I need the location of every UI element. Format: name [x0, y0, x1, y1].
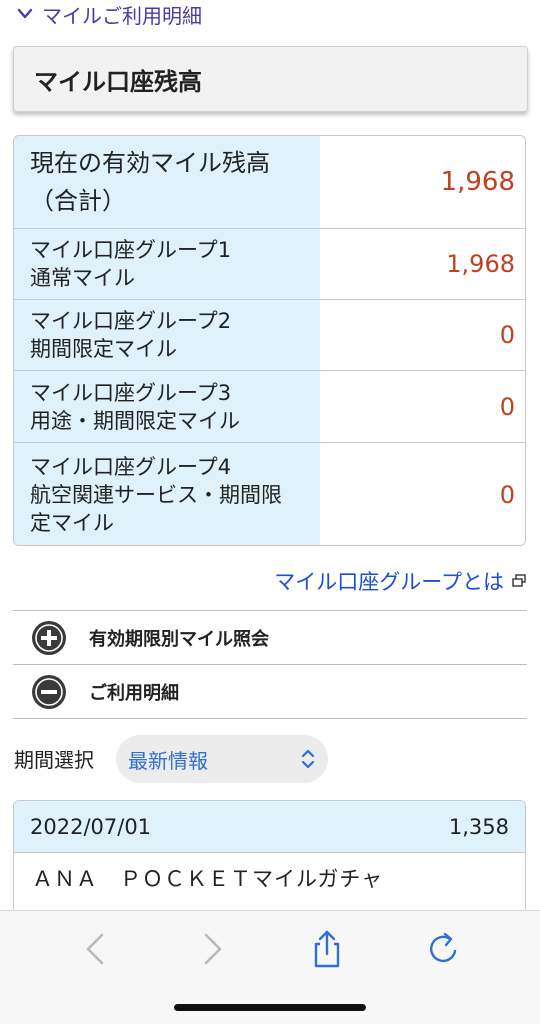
history-miles: 1,358: [448, 814, 509, 839]
balance-row-group1: マイル口座グループ1 通常マイル 1,968: [14, 228, 525, 299]
share-icon[interactable]: [307, 929, 347, 969]
balance-row-label: マイル口座グループ3: [30, 380, 232, 405]
reload-icon[interactable]: [424, 929, 464, 969]
back-icon[interactable]: [76, 929, 116, 969]
accordion-label: 有効期限別マイル照会: [89, 628, 269, 650]
balance-row-group3: マイル口座グループ3 用途・期間限定マイル 0: [14, 370, 525, 442]
balance-row-label-sub: 期間限定マイル: [30, 337, 177, 361]
balance-row-group4: マイル口座グループ4 航空関連サービス・期間限 定マイル 0: [14, 442, 525, 545]
period-selected-value: 最新情報: [128, 748, 208, 773]
balance-row-label-sub: （合計）: [30, 187, 126, 215]
mile-group-info-link[interactable]: マイル口座グループとは: [274, 566, 526, 596]
balance-value: 0: [320, 300, 525, 370]
balance-value: 0: [320, 443, 525, 545]
balance-row-total: 現在の有効マイル残高 （合計） 1,968: [14, 136, 525, 228]
chevron-down-icon: [17, 8, 33, 19]
balance-row-label-sub2: 定マイル: [30, 511, 114, 535]
plus-circle-icon: [32, 620, 66, 655]
top-link-label: マイルご利用明細: [42, 3, 202, 28]
balance-row-label: 現在の有効マイル残高: [30, 149, 270, 177]
balance-row-label-sub: 通常マイル: [30, 266, 135, 290]
accordion-label: ご利用明細: [89, 682, 179, 704]
mile-group-info-label: マイル口座グループとは: [274, 570, 504, 594]
balance-row-label: マイル口座グループ4: [30, 455, 232, 479]
period-label: 期間選択: [14, 748, 94, 772]
accordion-usage-details[interactable]: ご利用明細: [13, 664, 527, 718]
history-row-header: 2022/07/01 1,358: [14, 801, 525, 853]
usage-history-table: 2022/07/01 1,358 ＡＮＡ ＰＯＣＫＥＴマイルガチャ: [13, 800, 526, 920]
balance-row-group2: マイル口座グループ2 期間限定マイル 0: [14, 299, 525, 370]
accordion-expiry-miles[interactable]: 有効期限別マイル照会: [13, 610, 527, 664]
history-description: ＡＮＡ ＰＯＣＫＥＴマイルガチャ: [32, 867, 384, 891]
history-date: 2022/07/01: [30, 814, 152, 839]
balance-row-label: マイル口座グループ1: [30, 238, 232, 262]
up-down-chevron-icon: [301, 749, 315, 769]
home-indicator: [174, 1004, 366, 1011]
balance-value: 0: [320, 371, 525, 442]
balance-value: 1,968: [320, 229, 525, 299]
balance-row-label-sub: 用途・期間限定マイル: [30, 408, 240, 433]
forward-icon[interactable]: [192, 929, 232, 969]
usage-details-top-link[interactable]: マイルご利用明細: [14, 0, 202, 28]
external-window-icon: [512, 574, 526, 587]
balance-row-label-sub: 航空関連サービス・期間限: [30, 483, 282, 507]
minus-circle-icon: [32, 674, 66, 709]
period-select[interactable]: 最新情報: [116, 735, 328, 783]
balance-table: 現在の有効マイル残高 （合計） 1,968 マイル口座グループ1 通常マイル 1…: [13, 135, 526, 546]
section-title: マイル口座残高: [13, 46, 528, 112]
divider: [13, 718, 527, 719]
balance-row-label: マイル口座グループ2: [30, 309, 232, 333]
balance-value: 1,968: [320, 136, 525, 228]
